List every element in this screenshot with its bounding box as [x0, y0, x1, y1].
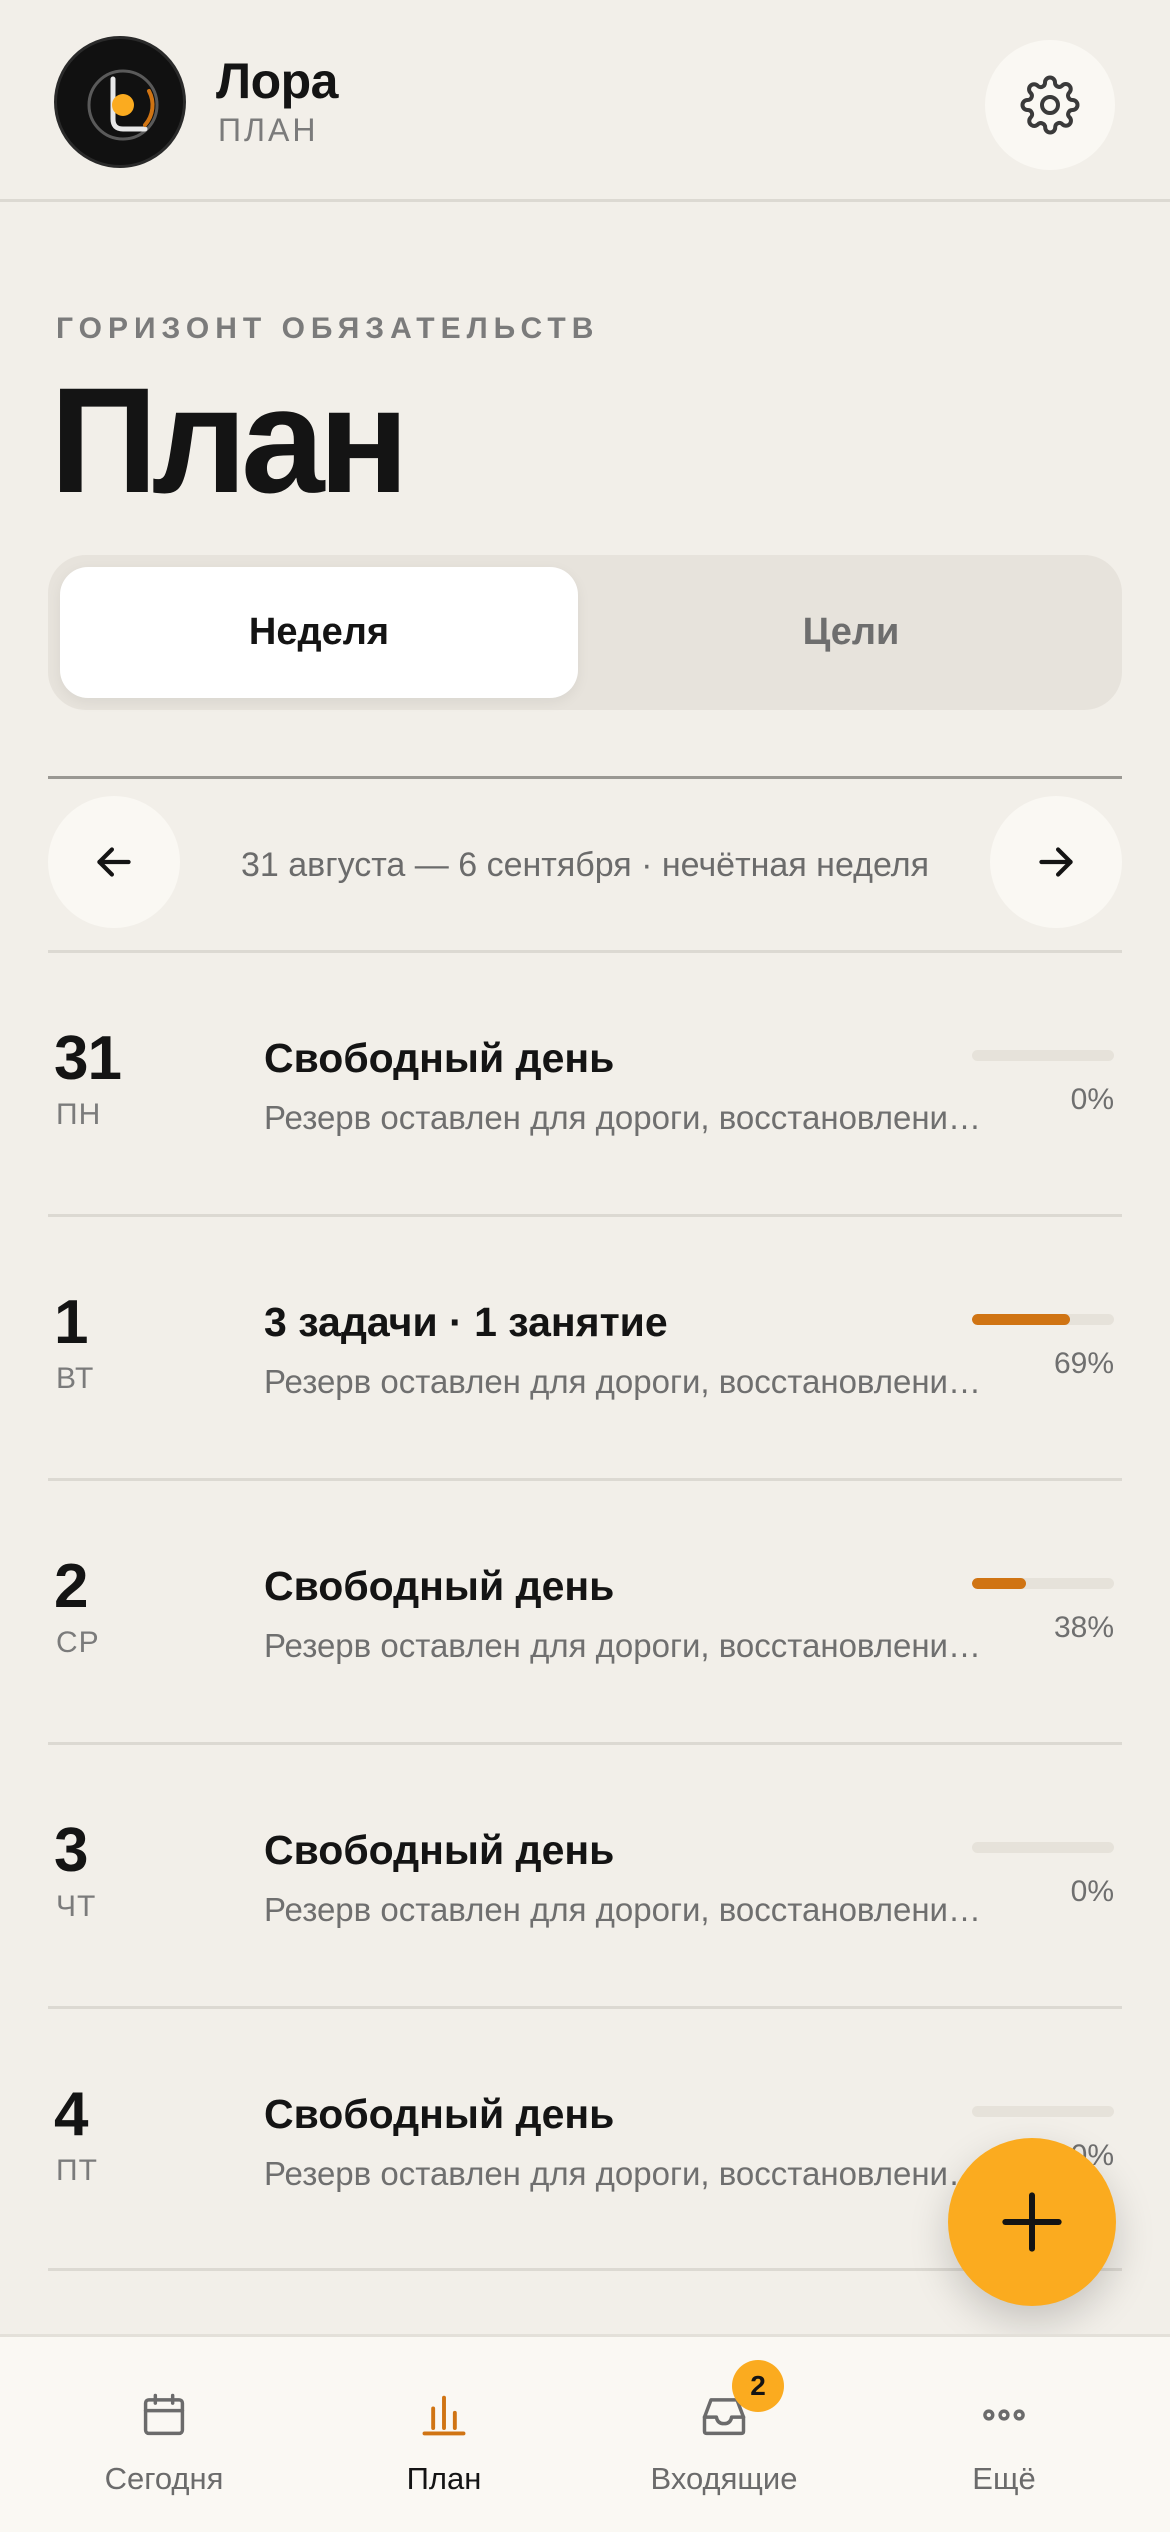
tab-today-label: Сегодня [104, 2461, 224, 2496]
list-divider [48, 2268, 1122, 2271]
brand-subtitle: ПЛАН [218, 112, 319, 148]
tab-more-label: Ещё [972, 2461, 1036, 2496]
page-title: План [50, 356, 409, 524]
day-progress-fill [972, 1578, 1026, 1589]
add-button[interactable] [948, 2138, 1116, 2306]
day-title: Свободный день [264, 2091, 615, 2137]
day-progress-bar [972, 1578, 1114, 1589]
day-row[interactable]: 2 СР Свободный день Резерв оставлен для … [48, 1478, 1122, 1742]
day-description: Резерв оставлен для дороги, восстановлен… [264, 1363, 984, 1400]
day-weekday: СР [56, 1626, 100, 1659]
day-row[interactable]: 3 ЧТ Свободный день Резерв оставлен для … [48, 1742, 1122, 2006]
day-progress-label: 38% [1053, 1611, 1114, 1644]
tab-goals[interactable]: Цели [592, 567, 1110, 698]
day-row[interactable]: 31 ПН Свободный день Резерв оставлен для… [48, 950, 1122, 1214]
day-number: 4 [54, 2080, 88, 2149]
section-divider [48, 776, 1122, 779]
prev-week-button[interactable] [48, 796, 180, 928]
tab-plan[interactable]: План [298, 2337, 590, 2532]
tab-today[interactable]: Сегодня [18, 2337, 310, 2532]
day-description: Резерв оставлен для дороги, восстановлен… [264, 1891, 984, 1928]
day-progress-bar [972, 1050, 1114, 1061]
day-title: 3 задачи · 1 занятие [264, 1299, 668, 1345]
gear-icon [1020, 75, 1080, 135]
bottom-tab-bar: Сегодня План Входящие Ещё [0, 2334, 1170, 2532]
header: Лора ПЛАН [0, 0, 1170, 202]
day-number: 1 [54, 1288, 88, 1357]
tab-inbox[interactable]: Входящие [578, 2337, 870, 2532]
day-progress-bar [972, 2106, 1114, 2117]
settings-button[interactable] [985, 40, 1115, 170]
day-number: 2 [54, 1552, 88, 1621]
day-title: Свободный день [264, 1827, 615, 1873]
day-progress-label: 69% [1053, 1347, 1114, 1380]
next-week-button[interactable] [990, 796, 1122, 928]
day-weekday: ПН [56, 1098, 102, 1131]
view-switcher: Неделя Цели [48, 555, 1122, 710]
day-weekday: ВТ [56, 1362, 95, 1395]
day-title: Свободный день [264, 1563, 615, 1609]
day-progress-bar [972, 1842, 1114, 1853]
day-title: Свободный день [264, 1035, 615, 1081]
lora-logo-icon[interactable] [54, 36, 186, 168]
bar-chart-icon [422, 2395, 466, 2436]
day-row[interactable]: 1 ВТ 3 задачи · 1 занятие Резерв оставле… [48, 1214, 1122, 1478]
tab-more[interactable]: Ещё [858, 2337, 1150, 2532]
day-description: Резерв оставлен для дороги, восстановлен… [264, 1627, 984, 1664]
day-number: 31 [54, 1024, 122, 1093]
app-root: Лора ПЛАН ГОРИЗОНТ ОБЯЗАТЕЛЬСТВ План Нед… [0, 0, 1170, 2532]
day-description: Резерв оставлен для дороги, восстановлен… [264, 2155, 984, 2192]
day-progress-label: 0% [1070, 1875, 1114, 1908]
arrow-left-icon [97, 847, 131, 877]
day-number: 3 [54, 1816, 88, 1885]
tab-inbox-label: Входящие [650, 2461, 798, 2496]
calendar-icon [143, 2393, 185, 2436]
more-dots-icon [983, 2409, 1025, 2421]
day-progress-label: 0% [1070, 1083, 1114, 1116]
day-weekday: ЧТ [56, 1890, 97, 1923]
inbox-badge: 2 [732, 2360, 784, 2412]
brand-name: Лора [216, 53, 338, 109]
day-description: Резерв оставлен для дороги, восстановлен… [264, 1099, 984, 1136]
day-weekday: ПТ [56, 2154, 98, 2187]
day-progress-fill [972, 1314, 1070, 1325]
plus-icon [1002, 2192, 1062, 2252]
page-eyebrow: ГОРИЗОНТ ОБЯЗАТЕЛЬСТВ [56, 312, 600, 345]
day-progress-bar [972, 1314, 1114, 1325]
tab-week[interactable]: Неделя [60, 567, 578, 698]
arrow-right-icon [1039, 847, 1073, 877]
tab-plan-label: План [406, 2461, 482, 2496]
week-range-label: 31 августа — 6 сентября · нечётная недел… [240, 846, 929, 884]
